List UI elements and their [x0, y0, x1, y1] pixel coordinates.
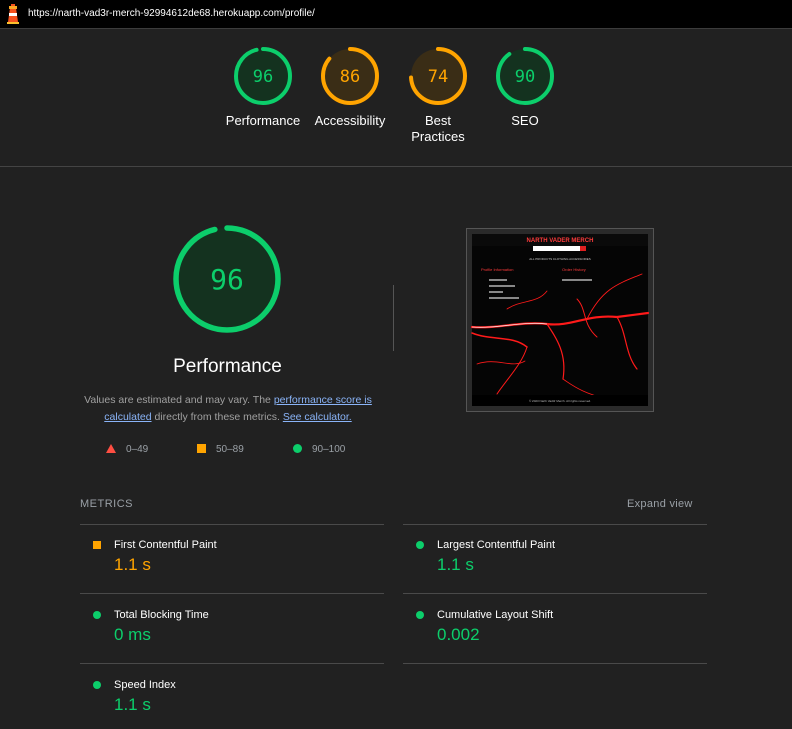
divider — [0, 166, 792, 167]
average-square-icon — [93, 541, 101, 549]
legend-fail-label: 0–49 — [126, 444, 149, 455]
metric-value: 0 ms — [114, 625, 151, 644]
lighthouse-icon — [7, 4, 19, 24]
gauge-score: 74 — [428, 67, 448, 87]
score-gauge: 90 — [496, 47, 554, 105]
category-label-line2: Practices — [411, 129, 465, 144]
category-seo[interactable]: 90 SEO — [480, 44, 570, 129]
screenshot-nav: ALL PRODUCTS CLOTHING ACCESSORIES — [529, 257, 591, 261]
metric-divider — [80, 663, 384, 664]
circle-icon — [293, 444, 302, 453]
calculator-link[interactable]: See calculator. — [283, 411, 352, 423]
gauge-score: 90 — [515, 67, 535, 87]
metric-value: 1.1 s — [114, 555, 151, 574]
final-screenshot[interactable]: NARTH VADER MERCH ALL PRODUCTS CLOTHING … — [466, 228, 654, 412]
category-best-practices[interactable]: 74 Best Practices — [393, 44, 483, 145]
legend-average-label: 50–89 — [216, 444, 244, 455]
screenshot-site-title: NARTH VADER MERCH — [527, 238, 594, 244]
category-label: Accessibility — [314, 113, 386, 128]
desc-text: Values are estimated and may vary. The — [84, 394, 274, 406]
pass-circle-icon — [416, 541, 424, 549]
screenshot-left-heading: Profile Information — [481, 267, 513, 272]
gauge-score: 96 — [210, 263, 244, 296]
url-text[interactable]: https://narth-vad3r-merch-92994612de68.h… — [28, 8, 315, 19]
metric-divider — [403, 663, 707, 664]
legend-average: 50–89 — [197, 444, 244, 455]
performance-score-gauge: 96 — [173, 225, 281, 333]
vertical-divider — [393, 285, 394, 351]
score-gauge: 86 — [321, 47, 379, 105]
browser-bar: https://narth-vad3r-merch-92994612de68.h… — [0, 0, 792, 29]
triangle-icon — [106, 444, 116, 453]
category-label: Performance — [225, 113, 301, 128]
gauge-score: 96 — [253, 67, 273, 87]
metric-divider — [403, 524, 707, 525]
metric-name: Cumulative Layout Shift — [437, 609, 554, 621]
pass-circle-icon — [416, 611, 424, 619]
metric-name: First Contentful Paint — [114, 539, 217, 551]
gauge-score: 86 — [340, 67, 360, 87]
metric-divider — [80, 524, 384, 525]
score-gauge: 96 — [234, 47, 292, 105]
screenshot-footer: © 2023 Narth Vad3r Merch. All rights res… — [529, 399, 591, 403]
metric-divider — [80, 593, 384, 594]
metric-value: 1.1 s — [114, 695, 151, 714]
legend-pass-label: 90–100 — [312, 444, 346, 455]
metric-name: Total Blocking Time — [114, 609, 209, 621]
category-label: SEO — [511, 113, 539, 128]
category-accessibility[interactable]: 86 Accessibility — [305, 44, 395, 129]
metric-value: 1.1 s — [437, 555, 474, 574]
screenshot-image: NARTH VADER MERCH ALL PRODUCTS CLOTHING … — [467, 229, 653, 411]
pass-circle-icon — [93, 611, 101, 619]
score-gauge: 74 — [409, 47, 467, 105]
desc-text-2: directly from these metrics. — [151, 411, 283, 423]
performance-title: Performance — [173, 356, 282, 377]
square-icon — [197, 444, 206, 453]
pass-circle-icon — [93, 681, 101, 689]
metric-value: 0.002 — [437, 625, 480, 644]
screenshot-right-heading: Order History — [562, 267, 586, 272]
category-performance[interactable]: 96 Performance — [218, 44, 308, 129]
metric-divider — [403, 593, 707, 594]
legend-pass: 90–100 — [293, 444, 345, 455]
metric-name: Speed Index — [114, 679, 176, 691]
expand-view-button[interactable]: Expand view — [627, 498, 693, 510]
metric-name: Largest Contentful Paint — [437, 539, 556, 551]
category-label: Best — [424, 113, 451, 128]
legend-fail: 0–49 — [106, 444, 148, 455]
score-description: Values are estimated and may vary. The p… — [78, 392, 378, 426]
metrics-heading: METRICS — [80, 498, 133, 510]
